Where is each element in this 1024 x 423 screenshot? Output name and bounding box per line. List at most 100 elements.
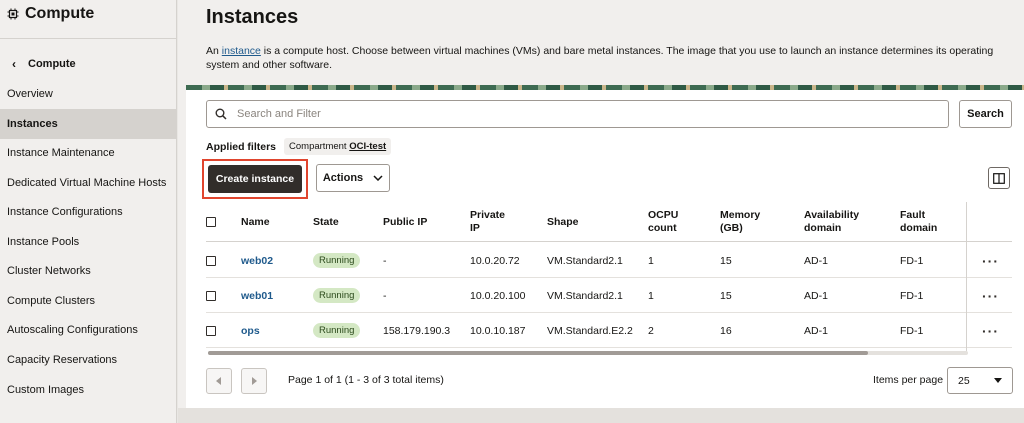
caret-right-icon [252,377,257,385]
row-checkbox[interactable] [206,255,216,266]
row-checkbox-cell [206,243,216,278]
state-cell: Running [313,313,361,348]
items-per-page-select[interactable]: 25 [947,367,1013,394]
sidebar-item-overview[interactable]: Overview [0,79,176,109]
col-ad-line2: domain [804,222,842,234]
applied-filters-label: Applied filters [206,140,277,153]
private-ip-cell: 10.0.20.100 [470,289,526,302]
col-memory-line1: Memory [720,209,761,221]
sidebar-item-label: Compute Clusters [7,295,96,307]
status-badge: Running [313,323,361,338]
status-badge: Running [313,288,361,303]
sidebar-item-label: Custom Images [7,384,85,396]
caret-down-icon [994,378,1002,383]
row-actions-kebab-icon[interactable]: ··· [982,243,999,278]
instance-docs-link[interactable]: instance [222,45,261,57]
intro-prefix: An [206,45,222,57]
previous-page-button[interactable] [206,368,232,394]
create-instance-highlight: Create instance [202,159,308,199]
main-panel: Instances An instance is a compute host.… [178,0,1024,423]
sidebar-item-label: Autoscaling Configurations [7,324,138,336]
actions-label: Actions [322,172,364,184]
row-checkbox-cell [206,278,216,313]
sidebar-back-link[interactable]: ‹ Compute [12,57,76,71]
instance-name-link[interactable]: web01 [241,278,273,313]
sidebar-item-instance-maintenance[interactable]: Instance Maintenance [0,138,176,168]
col-private-ip[interactable]: Private IP [470,202,505,242]
next-page-button[interactable] [241,368,267,394]
col-fd-line1: Fault [900,209,926,221]
items-per-page-label: Items per page [873,374,944,386]
sidebar-back-label: Compute [28,58,76,70]
scrollbar-thumb[interactable] [208,351,868,355]
filter-chip-value: OCI-test [349,141,387,152]
availability-domain-cell: AD-1 [804,324,828,337]
sidebar-item-instances[interactable]: Instances [0,109,176,139]
shape-cell: VM.Standard2.1 [547,254,623,267]
sidebar-item-label: Cluster Networks [7,265,91,277]
status-badge: Running [313,253,361,268]
search-input[interactable]: Search and Filter [206,100,949,128]
col-ocpu[interactable]: OCPU count [648,202,678,242]
col-fd-line2: domain [900,222,938,234]
sidebar-item-label: Instance Maintenance [7,147,115,159]
horizontal-scrollbar[interactable] [208,351,968,355]
instances-content: Search and Filter Search Applied filters… [186,90,1024,408]
col-public-ip[interactable]: Public IP [383,202,427,242]
sidebar-divider [0,38,176,39]
intro-suffix: is a compute host. Choose between virtua… [206,45,994,71]
sidebar-item-label: Capacity Reservations [7,354,118,366]
sidebar-item-label: Overview [7,88,53,100]
row-checkbox[interactable] [206,290,216,301]
search-button[interactable]: Search [959,100,1012,128]
public-ip-cell: 158.179.190.3 [383,324,451,337]
ocpu-cell: 1 [648,289,654,302]
sidebar-item-label: Dedicated Virtual Machine Hosts [7,177,167,189]
row-checkbox[interactable] [206,325,216,336]
availability-domain-cell: AD-1 [804,254,828,267]
search-placeholder: Search and Filter [237,108,321,120]
chip-icon [7,8,19,20]
col-state[interactable]: State [313,202,339,242]
create-instance-button[interactable]: Create instance [208,165,302,193]
search-icon [215,108,227,120]
col-ocpu-line2: count [648,222,677,234]
compartment-filter-chip[interactable]: Compartment OCI-test [284,138,392,155]
sidebar-item-label: Instance Configurations [7,206,123,218]
column-settings-button[interactable] [988,167,1010,189]
table-row: web02 Running - 10.0.20.72 VM.Standard2.… [206,243,1012,278]
filter-chip-key: Compartment [289,141,347,152]
columns-icon [993,172,1005,184]
sidebar-item-cluster-networks[interactable]: Cluster Networks [0,256,176,286]
sidebar-item-instance-configurations[interactable]: Instance Configurations [0,197,176,227]
sidebar-item-compute-clusters[interactable]: Compute Clusters [0,286,176,316]
row-actions-kebab-icon[interactable]: ··· [982,278,999,313]
memory-cell: 16 [720,324,732,337]
more-icon: ··· [982,287,999,304]
sidebar-item-autoscaling-configurations[interactable]: Autoscaling Configurations [0,315,176,345]
instance-name-link[interactable]: web02 [241,243,273,278]
sidebar: Compute ‹ Compute Overview Instances Ins… [0,0,177,423]
col-memory-line2: (GB) [720,222,743,234]
sticky-column-divider [966,202,967,354]
table-row: web01 Running - 10.0.20.100 VM.Standard2… [206,278,1012,313]
instance-name-link[interactable]: ops [241,313,260,348]
select-all-checkbox[interactable] [206,217,216,227]
actions-menu-button[interactable]: Actions [316,164,390,192]
col-name[interactable]: Name [241,202,270,242]
sidebar-item-custom-images[interactable]: Custom Images [0,375,176,405]
sidebar-item-label: Instance Pools [7,236,80,248]
row-actions-kebab-icon[interactable]: ··· [982,313,999,348]
col-shape[interactable]: Shape [547,202,579,242]
col-memory[interactable]: Memory (GB) [720,202,760,242]
sidebar-item-instance-pools[interactable]: Instance Pools [0,227,176,257]
more-icon: ··· [982,322,999,339]
memory-cell: 15 [720,289,732,302]
sidebar-item-dedicated-vm-hosts[interactable]: Dedicated Virtual Machine Hosts [0,168,176,198]
col-fault-domain[interactable]: Fault domain [900,202,937,242]
sidebar-item-capacity-reservations[interactable]: Capacity Reservations [0,345,176,375]
col-availability-domain[interactable]: Availability domain [804,202,859,242]
memory-cell: 15 [720,254,732,267]
availability-domain-cell: AD-1 [804,289,828,302]
page-intro: An instance is a compute host. Choose be… [206,44,1021,72]
